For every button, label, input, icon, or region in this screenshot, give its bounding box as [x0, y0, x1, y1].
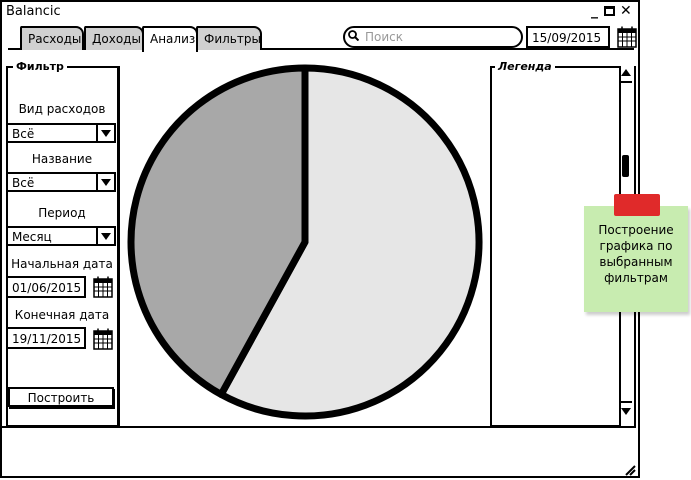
legend-panel-title: Легенда — [495, 60, 555, 73]
name-label: Название — [31, 152, 93, 166]
tab-income[interactable]: Доходы — [84, 26, 144, 50]
period-label: Период — [38, 206, 86, 220]
resize-grip-icon[interactable] — [624, 461, 636, 476]
chevron-down-icon — [101, 233, 111, 240]
minimize-icon[interactable]: _ — [591, 3, 598, 19]
sticky-note: Построение графика по выбранным фильтрам — [584, 206, 688, 312]
tab-expenses[interactable]: Расходы — [20, 26, 84, 50]
calendar-icon[interactable] — [93, 328, 113, 350]
tab-analysis[interactable]: Анализ — [142, 26, 198, 52]
end-date-label: Конечная дата — [14, 308, 110, 322]
search-icon — [348, 30, 359, 41]
chevron-down-icon — [101, 130, 111, 137]
note-tape — [614, 194, 660, 216]
calendar-icon[interactable] — [93, 276, 113, 298]
scroll-up-icon[interactable] — [621, 68, 632, 78]
scroll-track-top — [621, 81, 632, 83]
status-bar-divider — [2, 426, 636, 428]
tab-filters[interactable]: Фильтры — [196, 26, 262, 50]
calendar-icon[interactable] — [617, 26, 637, 48]
end-date-field[interactable]: 19/11/2015 — [6, 327, 86, 349]
maximize-icon[interactable] — [604, 6, 615, 16]
start-date-field[interactable]: 01/06/2015 — [6, 276, 86, 298]
build-button[interactable]: Построить — [8, 387, 114, 407]
pie-chart — [127, 64, 483, 420]
expense-type-label: Вид расходов — [18, 102, 106, 116]
chevron-down-icon — [101, 179, 111, 186]
scroll-track-bottom — [621, 401, 632, 403]
filter-panel — [6, 66, 120, 427]
window-title: Balancic — [6, 4, 61, 19]
scroll-thumb[interactable] — [622, 155, 629, 177]
scroll-down-icon[interactable] — [621, 406, 632, 416]
search-input[interactable]: Поиск — [343, 26, 523, 48]
header-date-field[interactable]: 15/09/2015 — [526, 26, 610, 48]
start-date-label: Начальная дата — [11, 257, 113, 271]
close-icon[interactable]: ✕ — [620, 3, 632, 19]
filter-panel-title: Фильтр — [13, 60, 67, 73]
